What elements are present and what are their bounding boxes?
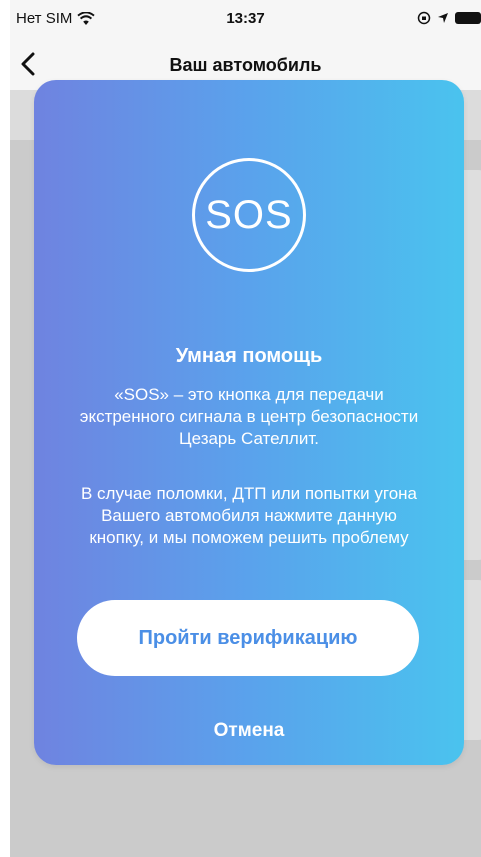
sos-badge: SOS <box>192 158 306 272</box>
sos-badge-label: SOS <box>205 192 293 237</box>
battery-icon <box>455 12 481 24</box>
app-screen: Нет SIM 13:37 Ваш автомобиль SOS Умная п… <box>10 0 481 857</box>
location-icon <box>438 13 448 23</box>
status-bar: Нет SIM 13:37 <box>10 0 481 38</box>
verify-button[interactable]: Пройти верификацию <box>77 600 419 676</box>
cancel-button[interactable]: Отмена <box>34 720 464 742</box>
modal-title: Умная помощь <box>175 345 323 367</box>
status-indicators <box>417 11 481 25</box>
modal-description-sos: «SOS» – это кнопка для передачи экстренн… <box>79 385 419 448</box>
status-time: 13:37 <box>226 10 265 27</box>
orientation-lock-icon <box>417 11 431 25</box>
page-title: Ваш автомобиль <box>169 55 322 75</box>
sos-info-modal: SOS Умная помощь «SOS» – это кнопка для … <box>34 80 464 765</box>
modal-description-usage: В случае поломки, ДТП или попытки угона … <box>80 484 417 547</box>
